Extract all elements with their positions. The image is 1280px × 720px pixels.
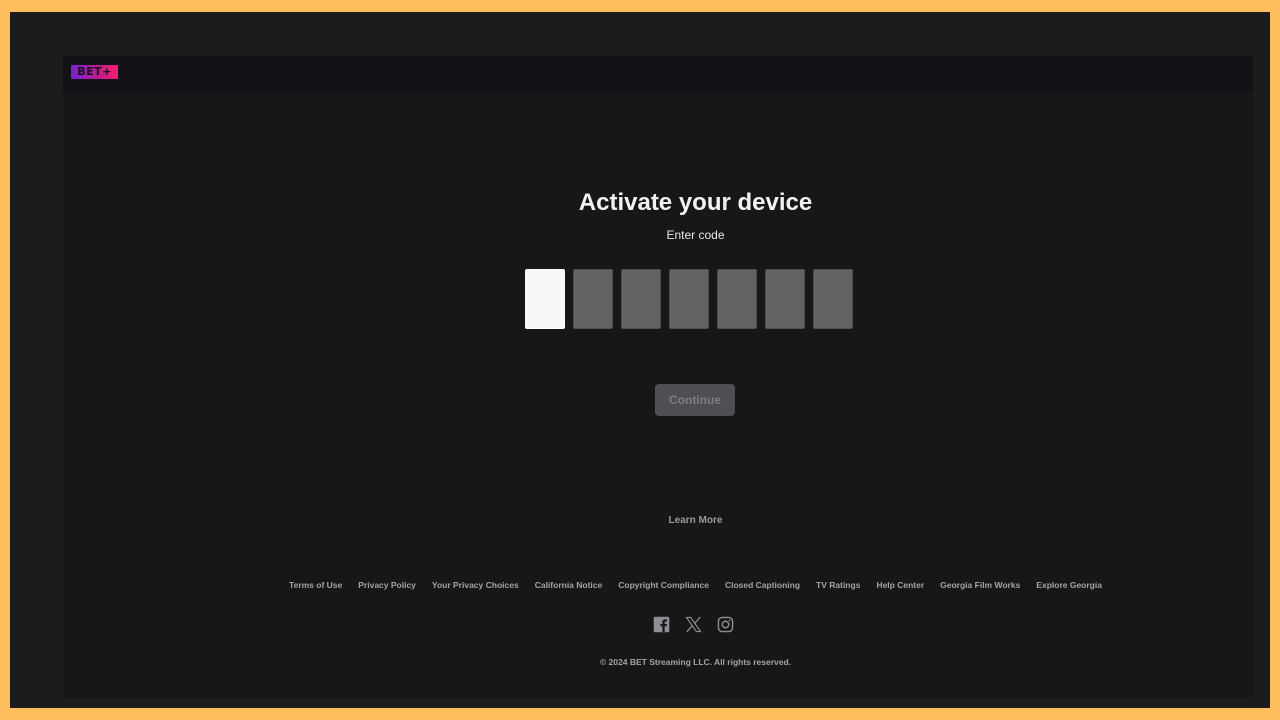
browser-frame: BET+ Activate your device Enter code Con… <box>10 12 1270 708</box>
footer-link-tv-ratings[interactable]: TV Ratings <box>816 580 860 590</box>
continue-button[interactable]: Continue <box>655 384 735 416</box>
social-links <box>653 616 734 633</box>
page-container: BET+ Activate your device Enter code Con… <box>63 56 1253 698</box>
footer-link-terms-of-use[interactable]: Terms of Use <box>289 580 342 590</box>
code-digit-4[interactable] <box>669 269 709 329</box>
x-icon <box>685 616 702 633</box>
code-digit-2[interactable] <box>573 269 613 329</box>
code-digit-5[interactable] <box>717 269 757 329</box>
activation-code-inputs <box>525 269 853 329</box>
instagram-link[interactable] <box>717 616 734 633</box>
enter-code-label: Enter code <box>666 228 725 242</box>
footer-link-copyright-compliance[interactable]: Copyright Compliance <box>618 580 709 590</box>
top-navigation-bar: BET+ <box>63 56 1253 92</box>
copyright-text: © 2024 BET Streaming LLC. All rights res… <box>599 657 792 667</box>
bet-plus-logo[interactable]: BET+ <box>71 65 118 79</box>
code-digit-1[interactable] <box>525 269 565 329</box>
learn-more-link[interactable]: Learn More <box>63 515 1280 526</box>
x-link[interactable] <box>685 616 702 633</box>
facebook-icon <box>653 616 670 633</box>
footer-link-privacy-choices[interactable]: Your Privacy Choices <box>432 580 519 590</box>
code-digit-7[interactable] <box>813 269 853 329</box>
instagram-icon <box>717 616 734 633</box>
footer-link-privacy-policy[interactable]: Privacy Policy <box>358 580 416 590</box>
logo-text: BET+ <box>77 65 112 78</box>
footer-link-help-center[interactable]: Help Center <box>876 580 924 590</box>
footer-link-georgia-film-works[interactable]: Georgia Film Works <box>940 580 1020 590</box>
facebook-link[interactable] <box>653 616 670 633</box>
footer-link-closed-captioning[interactable]: Closed Captioning <box>725 580 800 590</box>
footer-link-explore-georgia[interactable]: Explore Georgia <box>1036 580 1102 590</box>
footer-link-california-notice[interactable]: California Notice <box>535 580 603 590</box>
page-title: Activate your device <box>578 189 813 216</box>
footer-links: Terms of Use Privacy Policy Your Privacy… <box>63 580 1280 590</box>
code-digit-6[interactable] <box>765 269 805 329</box>
code-digit-3[interactable] <box>621 269 661 329</box>
